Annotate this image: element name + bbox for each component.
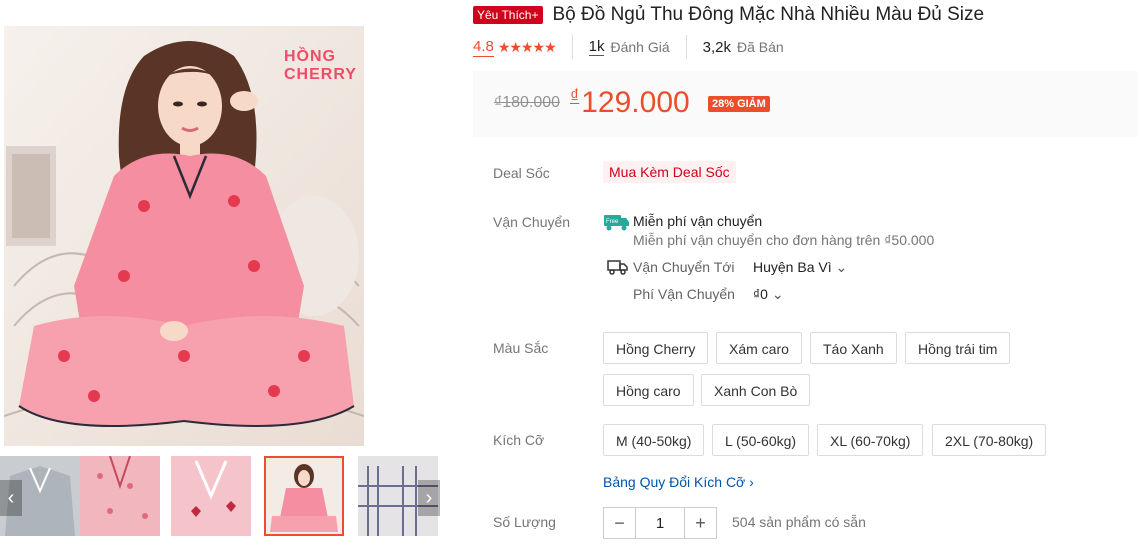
thumb-pink-cherry-selected[interactable] bbox=[264, 456, 344, 536]
overlay-line-1: HỒNG bbox=[284, 48, 336, 65]
quantity-input[interactable] bbox=[635, 508, 685, 538]
sold-label: Đã Bán bbox=[736, 39, 784, 55]
shipping-fee-label: Phí Vận Chuyển bbox=[633, 286, 735, 302]
color-label: Màu Sắc bbox=[493, 340, 549, 356]
thumbnail-strip: ‹ › bbox=[0, 456, 440, 538]
size-label: Kích Cỡ bbox=[493, 432, 545, 448]
truck-icon bbox=[607, 259, 629, 280]
free-icon-text: Free bbox=[606, 219, 619, 225]
free-shipping-condition: Miễn phí vận chuyển cho đơn hàng trên ₫5… bbox=[633, 232, 935, 248]
product-title-row: Yêu Thích+ Bộ Đồ Ngủ Thu Đông Mặc Nhà Nh… bbox=[473, 4, 984, 26]
current-price: ₫129.000 bbox=[570, 86, 690, 120]
divider bbox=[571, 35, 573, 59]
rating-stars-icon: ★★★★★ bbox=[497, 38, 557, 55]
ship-to-dropdown[interactable]: Huyện Ba Vì ⌄ bbox=[753, 259, 847, 276]
product-stats: 4.8 ★★★★★ 1k Đánh Giá 3,2k Đã Bán bbox=[473, 35, 784, 59]
increase-quantity-button[interactable]: + bbox=[685, 508, 716, 538]
color-option-tao-xanh[interactable]: Táo Xanh bbox=[810, 332, 897, 364]
shipping-fee-dropdown[interactable]: ₫0 ⌄ bbox=[753, 286, 784, 303]
divider bbox=[685, 35, 687, 59]
chevron-right-icon[interactable]: › bbox=[418, 480, 440, 516]
size-option-m[interactable]: M (40-50kg) bbox=[603, 424, 705, 456]
color-option-hong-trai-tim[interactable]: Hồng trái tim bbox=[905, 332, 1011, 364]
size-option-2xl[interactable]: 2XL (70-80kg) bbox=[932, 424, 1047, 456]
shipping-label: Vận Chuyển bbox=[493, 214, 571, 230]
sold-count: 3,2k bbox=[702, 38, 731, 56]
discount-badge: 28% GIẢM bbox=[708, 96, 770, 112]
size-option-xl[interactable]: XL (60-70kg) bbox=[817, 424, 924, 456]
price-section: ₫180.000 ₫129.000 28% GIẢM bbox=[473, 71, 1138, 137]
chevron-down-icon: ⌄ bbox=[835, 259, 848, 275]
stock-available: 504 sản phẩm có sẵn bbox=[732, 514, 866, 530]
deal-label: Deal Sốc bbox=[493, 165, 550, 181]
overlay-line-2: CHERRY bbox=[284, 66, 357, 83]
size-guide-link[interactable]: Bảng Quy Đổi Kích Cỡ › bbox=[603, 474, 754, 490]
size-option-l[interactable]: L (50-60kg) bbox=[712, 424, 810, 456]
color-option-hong-caro[interactable]: Hồng caro bbox=[603, 374, 694, 406]
color-option-hong-cherry[interactable]: Hồng Cherry bbox=[603, 332, 709, 364]
reviews-count[interactable]: 1k bbox=[588, 38, 605, 56]
ship-to-value: Huyện Ba Vì bbox=[753, 259, 832, 275]
size-guide-text: Bảng Quy Đổi Kích Cỡ bbox=[603, 474, 746, 490]
currency-symbol: ₫ bbox=[570, 86, 580, 106]
quantity-stepper: − + bbox=[603, 507, 717, 539]
deal-shock-tag[interactable]: Mua Kèm Deal Sốc bbox=[603, 161, 736, 183]
chevron-left-icon[interactable]: ‹ bbox=[0, 480, 22, 516]
thumb-pink-pattern[interactable] bbox=[80, 456, 160, 536]
ship-to-label: Vận Chuyển Tới bbox=[633, 259, 735, 275]
chevron-down-icon: ⌄ bbox=[771, 286, 784, 302]
current-price-value: 129.000 bbox=[581, 86, 690, 119]
free-shipping-icon: Free bbox=[604, 213, 630, 236]
shipping-fee-value: ₫0 bbox=[753, 286, 768, 302]
chevron-right-icon: › bbox=[749, 474, 754, 490]
product-title: Bộ Đồ Ngủ Thu Đông Mặc Nhà Nhiều Màu Đủ … bbox=[552, 4, 985, 25]
thumb-pink-hearts[interactable] bbox=[171, 456, 251, 536]
quantity-label: Số Lượng bbox=[493, 514, 556, 530]
free-shipping-title: Miễn phí vận chuyển bbox=[633, 213, 763, 229]
color-option-xanh-con-bo[interactable]: Xanh Con Bò bbox=[701, 374, 811, 406]
reviews-label: Đánh Giá bbox=[610, 39, 670, 55]
original-price: ₫180.000 bbox=[494, 94, 561, 111]
color-option-xam-caro[interactable]: Xám caro bbox=[716, 332, 802, 364]
rating-score[interactable]: 4.8 bbox=[473, 38, 494, 57]
favorite-plus-badge: Yêu Thích+ bbox=[473, 6, 543, 24]
decrease-quantity-button[interactable]: − bbox=[604, 508, 635, 538]
image-overlay-label: HỒNG CHERRY bbox=[284, 48, 364, 84]
main-product-image[interactable] bbox=[4, 26, 364, 446]
